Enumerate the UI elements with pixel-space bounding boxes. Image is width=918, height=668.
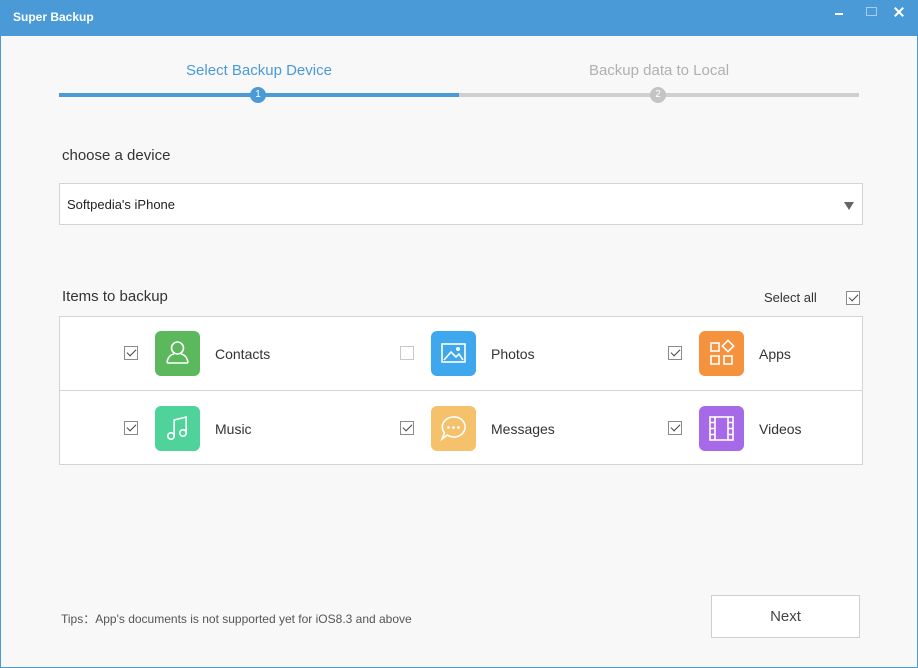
contacts-checkbox[interactable] bbox=[124, 346, 138, 360]
step-2-label: Backup data to Local bbox=[588, 62, 730, 79]
dropdown-arrow-icon[interactable] bbox=[844, 202, 854, 210]
apps-checkbox[interactable] bbox=[668, 346, 682, 360]
maximize-button[interactable] bbox=[859, 4, 883, 20]
close-button[interactable] bbox=[888, 4, 912, 20]
backup-items-grid: Contacts Photos Apps Music Messages Vide… bbox=[59, 316, 863, 465]
select-all-label[interactable]: Select all bbox=[764, 290, 817, 305]
contacts-label: Contacts bbox=[215, 346, 271, 362]
messages-icon bbox=[431, 406, 476, 451]
next-button[interactable]: Next bbox=[711, 595, 860, 638]
apps-icon bbox=[699, 331, 744, 376]
device-dropdown[interactable]: Softpedia's iPhone bbox=[59, 183, 863, 225]
music-icon bbox=[155, 406, 200, 451]
messages-label: Messages bbox=[491, 421, 555, 437]
photos-label: Photos bbox=[491, 346, 535, 362]
choose-device-heading: choose a device bbox=[62, 147, 171, 164]
step-1-label: Select Backup Device bbox=[186, 62, 332, 79]
step-2-indicator: 2 bbox=[650, 87, 666, 103]
minimize-button[interactable] bbox=[827, 4, 851, 20]
title-bar[interactable]: Super Backup bbox=[1, 0, 918, 36]
row-divider bbox=[60, 390, 862, 391]
step-1-indicator: 1 bbox=[250, 87, 266, 103]
videos-label: Videos bbox=[759, 421, 802, 437]
photos-checkbox[interactable] bbox=[400, 346, 414, 360]
window-title: Super Backup bbox=[13, 10, 94, 24]
select-all-checkbox[interactable] bbox=[846, 291, 860, 305]
device-selected-value: Softpedia's iPhone bbox=[67, 197, 176, 212]
music-checkbox[interactable] bbox=[124, 421, 138, 435]
messages-checkbox[interactable] bbox=[400, 421, 414, 435]
photos-icon bbox=[431, 331, 476, 376]
music-label: Music bbox=[215, 421, 252, 437]
items-to-backup-heading: Items to backup bbox=[62, 288, 168, 305]
apps-label: Apps bbox=[759, 346, 791, 362]
app-window: Super Backup Select Backup Device Backup… bbox=[0, 0, 918, 668]
tips-text: Tips：App's documents is not supported ye… bbox=[61, 612, 412, 626]
videos-icon bbox=[699, 406, 744, 451]
videos-checkbox[interactable] bbox=[668, 421, 682, 435]
contacts-icon bbox=[155, 331, 200, 376]
